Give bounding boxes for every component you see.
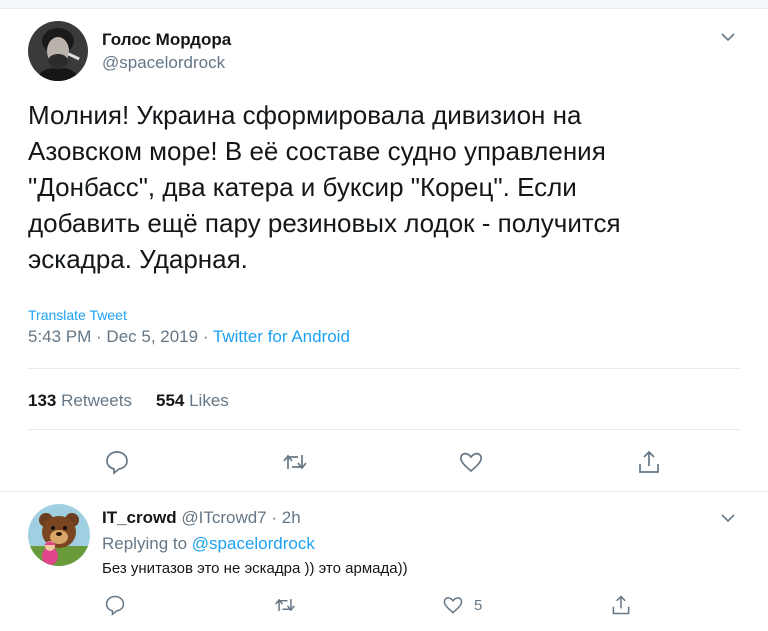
reply-header: IT_crowd @ITcrowd7 · 2h <box>102 508 301 528</box>
divider <box>28 368 740 369</box>
tweet-source[interactable]: Twitter for Android <box>213 327 350 346</box>
retweet-icon[interactable] <box>274 594 296 616</box>
top-border <box>0 0 768 9</box>
retweet-icon[interactable] <box>282 449 308 475</box>
tweet-timestamp[interactable]: 5:43 PM · Dec 5, 2019 · <box>28 327 213 346</box>
reply-tweet[interactable]: IT_crowd @ITcrowd7 · 2h Replying to @spa… <box>0 492 768 631</box>
share-icon[interactable] <box>636 449 662 475</box>
caret-down-icon[interactable] <box>720 510 736 526</box>
reply-icon[interactable] <box>104 449 130 475</box>
reply-text: Без унитазов это не эскадра )) это армад… <box>102 560 408 577</box>
author-handle[interactable]: @spacelordrock <box>102 53 225 73</box>
main-tweet: Голос Мордора @spacelordrock Молния! Укр… <box>0 9 768 491</box>
reply-author-avatar[interactable] <box>28 504 90 566</box>
reply-author-handle[interactable]: @ITcrowd7 <box>181 508 266 527</box>
tweet-meta: 5:43 PM · Dec 5, 2019 · Twitter for Andr… <box>28 327 350 347</box>
reply-icon[interactable] <box>104 594 126 616</box>
reply-time[interactable]: 2h <box>282 508 301 527</box>
tweet-stats: 133 Retweets 554 Likes <box>28 391 229 411</box>
retweets-stat[interactable]: 133 Retweets <box>28 391 132 411</box>
reply-author-name[interactable]: IT_crowd <box>102 508 177 527</box>
author-name[interactable]: Голос Мордора <box>102 30 231 50</box>
caret-down-icon[interactable] <box>720 29 736 45</box>
divider <box>28 429 740 430</box>
author-avatar[interactable] <box>28 21 88 81</box>
tweet-text: Молния! Украина сформировала дивизион на… <box>28 100 621 274</box>
share-icon[interactable] <box>610 594 632 616</box>
translate-tweet-link[interactable]: Translate Tweet <box>28 307 127 323</box>
replying-to-handle[interactable]: @spacelordrock <box>192 534 315 553</box>
like-icon[interactable] <box>442 594 464 616</box>
replying-to: Replying to @spacelordrock <box>102 534 315 553</box>
reply-dot: · <box>271 508 278 527</box>
like-icon[interactable] <box>458 449 484 475</box>
reply-likes-count: 5 <box>474 597 483 614</box>
likes-stat[interactable]: 554 Likes <box>156 391 229 411</box>
